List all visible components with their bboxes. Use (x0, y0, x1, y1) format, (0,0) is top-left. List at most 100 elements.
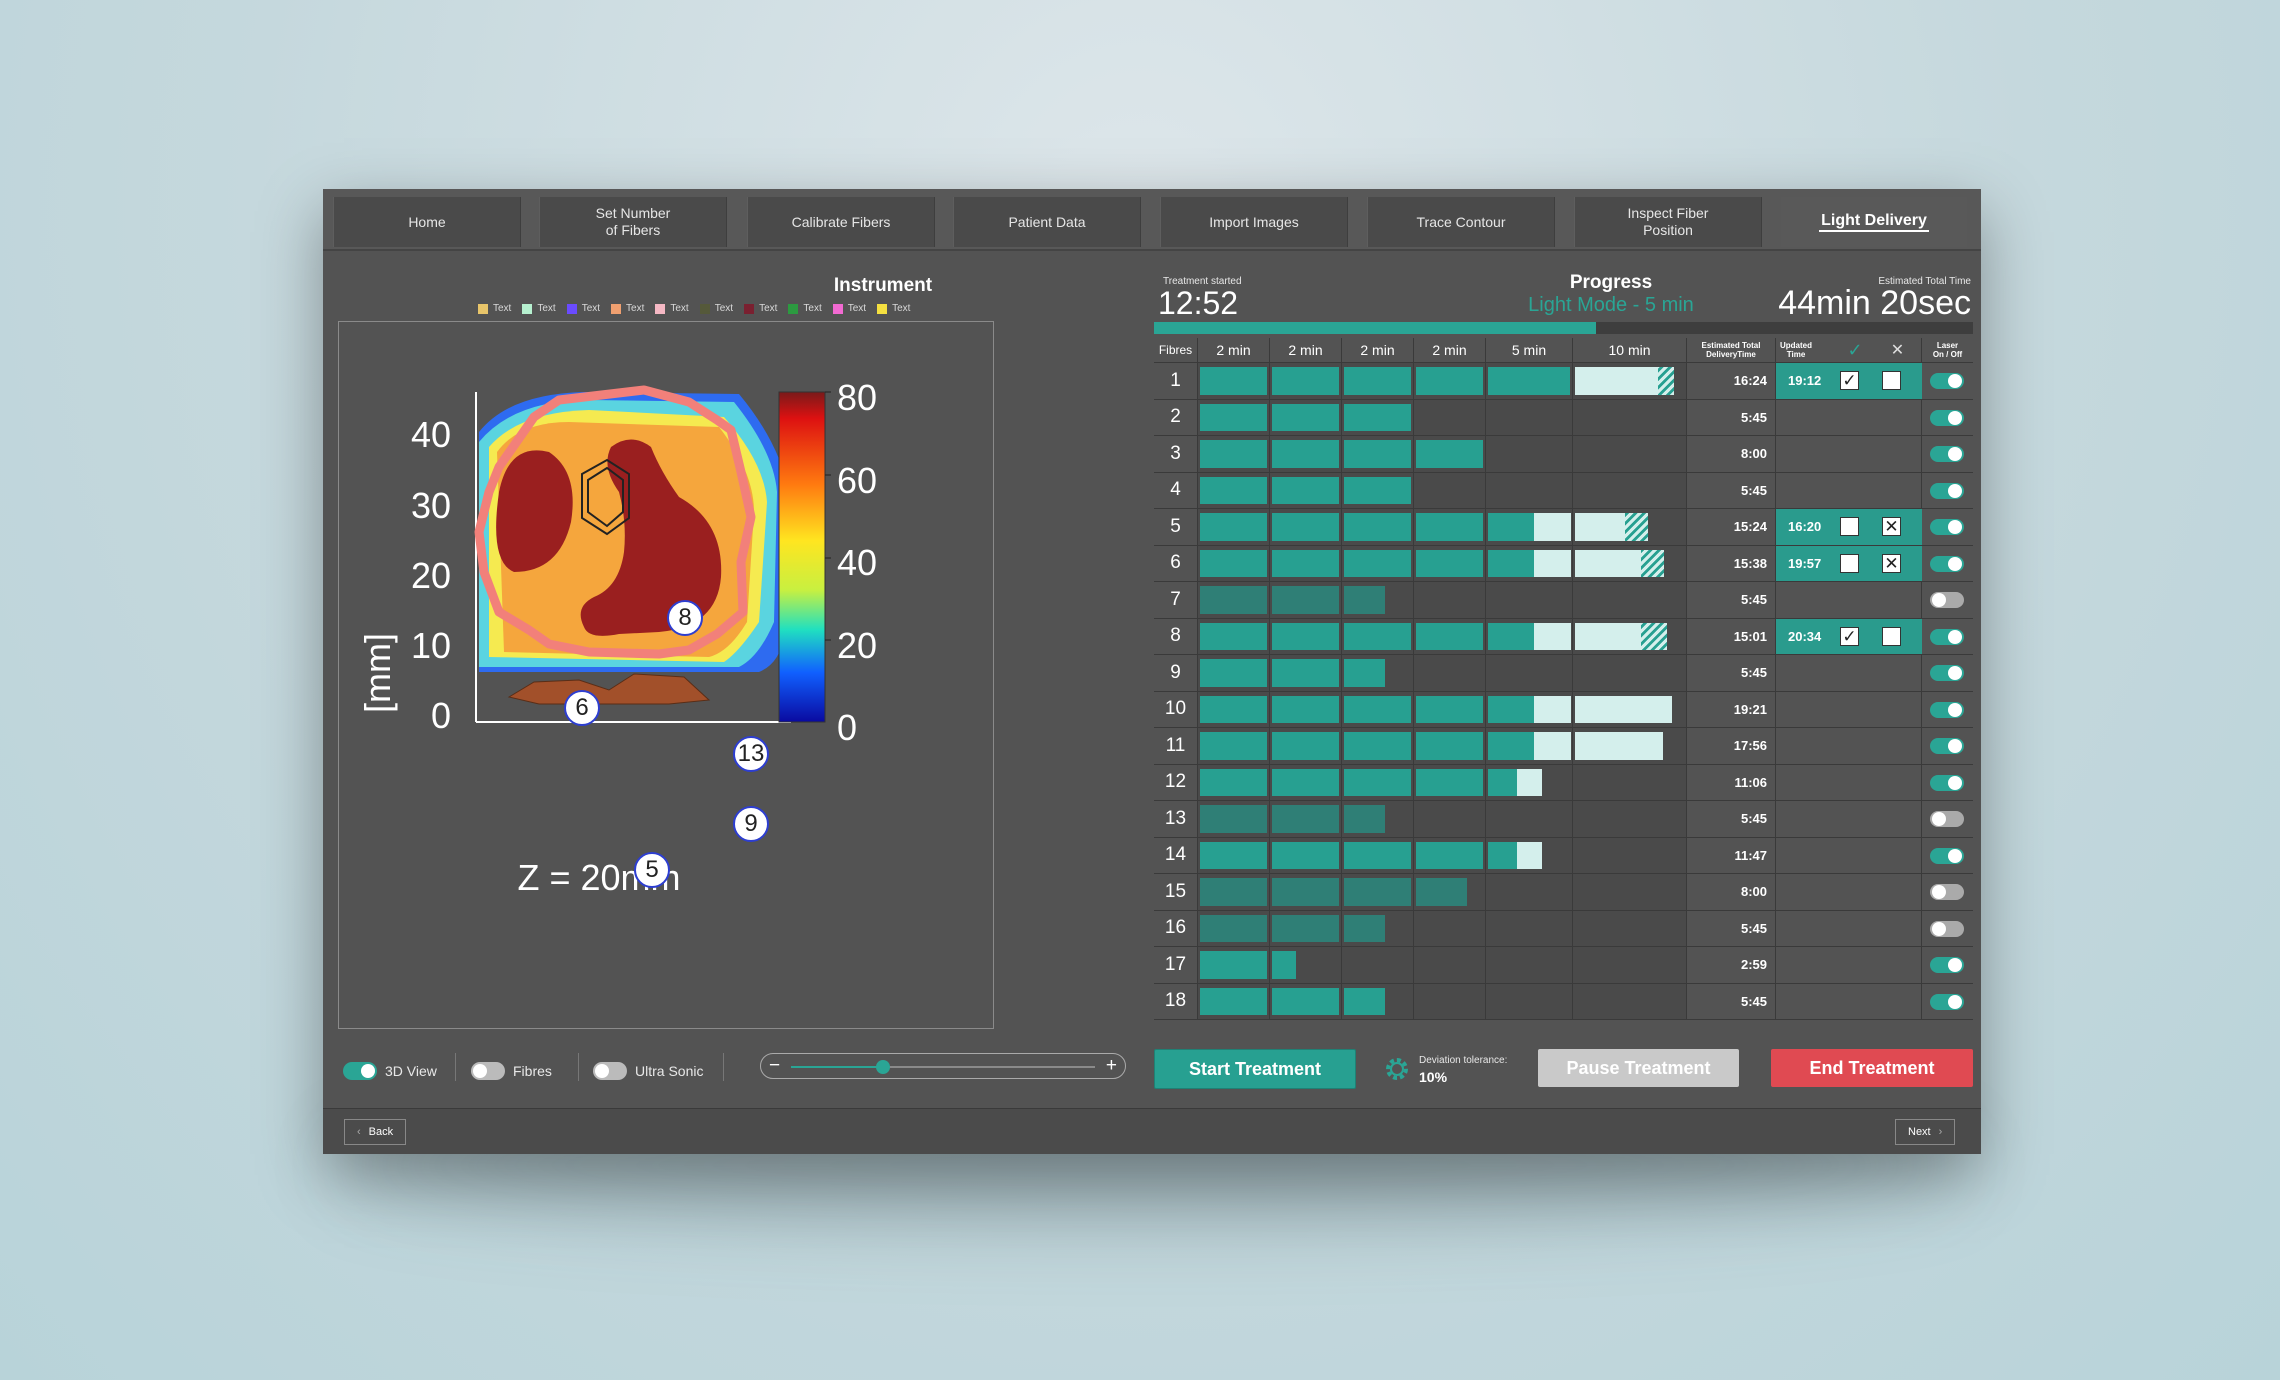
fibre-number: 13 (1154, 801, 1198, 837)
step-cell (1573, 655, 1687, 691)
step-cell (1414, 399, 1486, 435)
step-cell (1342, 399, 1414, 435)
fibre-number: 18 (1154, 983, 1198, 1019)
accept-checkbox[interactable] (1840, 553, 1859, 573)
toggle-ultra-sonic[interactable]: Ultra Sonic (593, 1051, 703, 1091)
pause-treatment-button[interactable]: Pause Treatment (1538, 1049, 1739, 1087)
step-bar (1344, 622, 1411, 650)
step-cell (1342, 363, 1414, 399)
laser-toggle[interactable] (1930, 957, 1964, 973)
step-cell (1486, 472, 1573, 508)
slider-handle[interactable] (875, 1060, 890, 1074)
step-bar (1200, 440, 1267, 468)
step-bar-remaining (1517, 768, 1542, 796)
step-cell (1486, 655, 1573, 691)
y-tick: 10 (410, 625, 451, 666)
tab-home[interactable]: Home (333, 197, 521, 247)
laser-toggle[interactable] (1930, 993, 1964, 1010)
estimated-time: 16:24 (1687, 363, 1776, 399)
zoom-slider[interactable]: − + (760, 1053, 1126, 1079)
laser-cell (1922, 655, 1973, 691)
fibre-marker[interactable]: 5 (634, 852, 670, 888)
accept-checkbox[interactable] (1840, 517, 1859, 536)
step-cell (1573, 764, 1687, 800)
step-bar (1272, 403, 1339, 431)
fibre-number: 15 (1154, 874, 1198, 910)
toggle-fibres[interactable]: Fibres (471, 1051, 552, 1091)
step-cell (1342, 764, 1414, 800)
back-button[interactable]: ‹ Back (344, 1119, 407, 1145)
fibre-marker[interactable]: 6 (564, 690, 600, 726)
step-bar (1416, 768, 1483, 796)
step-bar-overtime (1657, 367, 1674, 395)
tab-trace-contour[interactable]: Trace Contour (1367, 197, 1555, 247)
laser-toggle[interactable] (1930, 628, 1964, 645)
laser-toggle[interactable] (1930, 409, 1964, 426)
end-treatment-button[interactable]: End Treatment (1771, 1049, 1973, 1087)
tab-light-delivery[interactable]: Light Delivery (1781, 197, 1967, 247)
step-cell (1486, 801, 1573, 837)
zoom-out-icon[interactable]: − (769, 1055, 780, 1077)
laser-toggle[interactable] (1930, 519, 1964, 535)
fibre-marker[interactable]: 8 (667, 600, 703, 636)
step-cell (1573, 874, 1687, 910)
laser-toggle[interactable] (1930, 774, 1964, 791)
legend-label: Text (537, 303, 556, 314)
laser-toggle[interactable] (1930, 884, 1964, 900)
dose-map-plot[interactable]: [mm] 40 30 20 10 0 80 60 40 20 0 Z = 20m… (338, 321, 994, 1029)
fibre-marker[interactable]: 13 (733, 736, 769, 772)
tab-label: Import Images (1209, 213, 1299, 230)
laser-toggle[interactable] (1930, 701, 1964, 718)
gear-icon[interactable] (1383, 1055, 1411, 1083)
step-cell (1414, 801, 1486, 837)
reject-checkbox[interactable]: ✕ (1882, 517, 1901, 536)
table-row: 11 17:56 (1154, 728, 1973, 765)
next-button[interactable]: Next › (1895, 1119, 1956, 1145)
toggle-switch[interactable] (343, 1062, 377, 1080)
laser-toggle[interactable] (1930, 738, 1964, 754)
step-bar (1344, 403, 1411, 431)
step-bar (1200, 914, 1267, 942)
step-cell (1270, 618, 1342, 654)
laser-toggle[interactable] (1930, 373, 1964, 389)
reject-checkbox[interactable] (1882, 626, 1901, 646)
toggle-switch[interactable] (471, 1062, 505, 1080)
reject-checkbox[interactable] (1882, 371, 1901, 390)
treatment-started-time: 12:52 (1158, 285, 1239, 321)
laser-toggle[interactable] (1930, 555, 1964, 572)
step-cell (1414, 728, 1486, 764)
step-cell (1198, 874, 1270, 910)
step-cell (1414, 764, 1486, 800)
tab-inspect-fiber-position[interactable]: Inspect Fiber Position (1574, 197, 1762, 247)
toggle-3d-view[interactable]: 3D View (343, 1051, 437, 1091)
accept-checkbox[interactable]: ✓ (1840, 371, 1859, 390)
legend-item: Text (877, 303, 910, 314)
laser-toggle[interactable] (1930, 847, 1964, 864)
laser-toggle[interactable] (1930, 482, 1964, 499)
start-treatment-button[interactable]: Start Treatment (1154, 1049, 1356, 1089)
updated-time-cell: 19:12 ✓ (1776, 363, 1922, 399)
step-cell (1198, 837, 1270, 873)
fibre-marker[interactable]: 9 (733, 806, 769, 842)
tab-import-images[interactable]: Import Images (1160, 197, 1348, 247)
ultrasound-probe-shadow (507, 673, 711, 705)
plot-caption: Z = 20mm (517, 857, 681, 898)
reject-checkbox[interactable]: ✕ (1882, 553, 1901, 573)
laser-toggle[interactable] (1930, 446, 1964, 462)
toggle-switch[interactable] (593, 1062, 627, 1080)
laser-toggle[interactable] (1930, 665, 1964, 681)
laser-toggle[interactable] (1930, 920, 1964, 937)
step-bar-remaining (1575, 732, 1663, 760)
laser-toggle[interactable] (1930, 811, 1964, 827)
zoom-in-icon[interactable]: + (1106, 1055, 1117, 1077)
step-bar (1200, 987, 1267, 1015)
accept-checkbox[interactable]: ✓ (1840, 626, 1859, 646)
step-bar (1200, 586, 1267, 614)
table-row: 8 15:01 20:34 ✓ (1154, 618, 1973, 655)
step-cell (1198, 983, 1270, 1019)
tab-set-number-of-fibers[interactable]: Set Number of Fibers (539, 197, 727, 247)
step-bar (1200, 841, 1267, 869)
laser-toggle[interactable] (1930, 592, 1964, 608)
tab-calibrate-fibers[interactable]: Calibrate Fibers (747, 197, 935, 247)
tab-patient-data[interactable]: Patient Data (953, 197, 1141, 247)
